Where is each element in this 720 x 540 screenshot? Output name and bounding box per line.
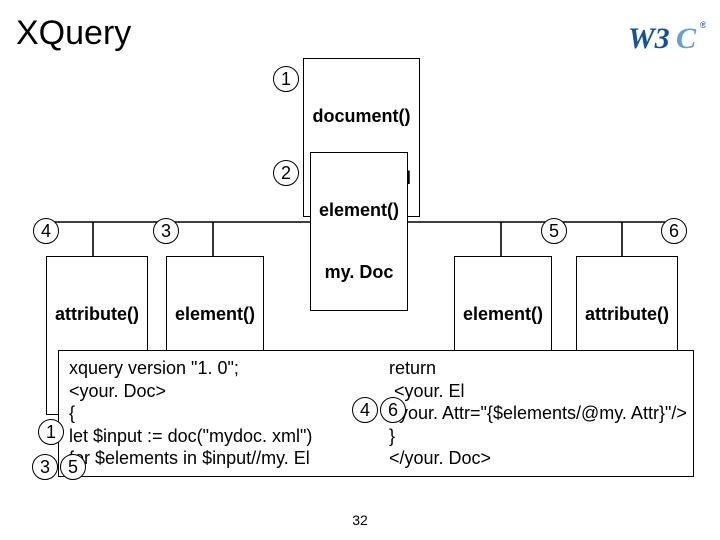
code-line: your. Attr="{$elements/@my. Attr}"/> bbox=[389, 402, 687, 425]
tree-num-1: 1 bbox=[273, 66, 299, 92]
node-line: my. Doc bbox=[319, 262, 399, 283]
code-line: } bbox=[389, 425, 687, 448]
tree-num-2: 2 bbox=[273, 160, 299, 186]
code-annot-6: 6 bbox=[380, 397, 406, 423]
node-line: attribute() bbox=[55, 304, 139, 325]
code-annot-3: 3 bbox=[32, 454, 58, 480]
code-line: return bbox=[389, 357, 687, 380]
code-line: for $elements in $input//my. El bbox=[69, 447, 365, 470]
page-number: 32 bbox=[0, 512, 720, 528]
code-annot-5: 5 bbox=[60, 454, 86, 480]
code-col-left: xquery version "1. 0"; <your. Doc> { let… bbox=[69, 357, 365, 470]
code-col-right: return <your. El your. Attr="{$elements/… bbox=[389, 357, 687, 470]
code-line: </your. Doc> bbox=[389, 447, 687, 470]
code-annot-4: 4 bbox=[352, 397, 378, 423]
tree-num-5: 5 bbox=[541, 218, 567, 244]
code-line: xquery version "1. 0"; bbox=[69, 357, 365, 380]
node-line: element() bbox=[175, 304, 255, 325]
node-line: element() bbox=[319, 200, 399, 221]
tree-num-3: 3 bbox=[153, 218, 179, 244]
tree-num-6: 6 bbox=[661, 218, 687, 244]
code-line: { bbox=[69, 402, 365, 425]
code-line: <your. Doc> bbox=[69, 380, 365, 403]
node-line: document() bbox=[312, 106, 411, 127]
code-line: let $input := doc("mydoc. xml") bbox=[69, 425, 365, 448]
code-line: <your. El bbox=[389, 380, 687, 403]
node-line: element() bbox=[463, 304, 543, 325]
tree-num-4: 4 bbox=[33, 218, 59, 244]
node-line: attribute() bbox=[585, 304, 669, 325]
code-annot-1: 1 bbox=[38, 419, 64, 445]
tree-node-root-element: element() my. Doc bbox=[310, 152, 408, 311]
